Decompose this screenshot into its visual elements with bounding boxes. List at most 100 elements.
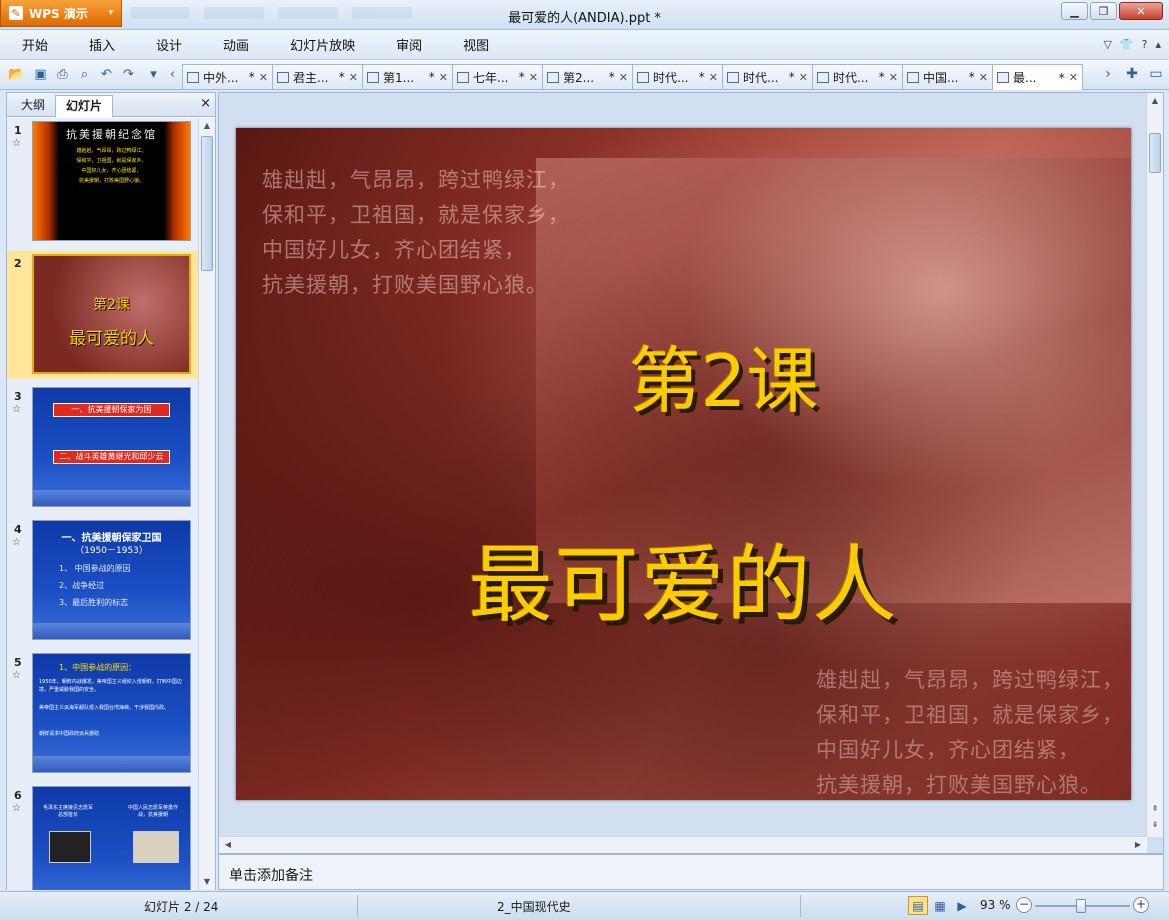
slide-main-title[interactable]: 最可爱的人: [236, 518, 1131, 639]
editor-vertical-scrollbar[interactable]: ▲ ⇞ ⇟: [1146, 93, 1163, 837]
help-icon[interactable]: ?: [1142, 38, 1148, 51]
slide-thumbnail[interactable]: 1、中国参战的原因： 1950年，朝鲜内战爆发，美帝国主义组织入侵朝鲜，打到中国…: [32, 653, 191, 773]
close-icon[interactable]: ✕: [799, 71, 808, 84]
scroll-thumb[interactable]: [201, 136, 213, 271]
doc-tab-active[interactable]: 最... * ✕: [992, 64, 1083, 90]
slide-sorter-view-icon[interactable]: ▦: [930, 896, 950, 915]
scroll-left-icon[interactable]: ◀: [222, 839, 234, 851]
slide-doc-icon: [997, 72, 1009, 83]
doc-tab[interactable]: 时代... * ✕: [632, 64, 723, 89]
slideshow-view-icon[interactable]: ▶: [952, 896, 972, 915]
window-controls: ▁ ❐ ✕: [1061, 2, 1163, 20]
poem-text-bottom: 雄赳赳，气昂昂，跨过鸭绿江， 保和平，卫祖国，就是保家乡， 中国好儿女，齐心团结…: [816, 668, 1124, 797]
doc-tab[interactable]: 君主... * ✕: [272, 64, 363, 89]
scroll-up-icon[interactable]: ▲: [1149, 95, 1161, 107]
close-icon[interactable]: ✕: [889, 71, 898, 84]
notes-pane[interactable]: 单击添加备注: [218, 854, 1164, 890]
doc-tab[interactable]: 中国... * ✕: [902, 64, 993, 89]
zoom-out-button[interactable]: −: [1016, 897, 1032, 913]
doc-tab[interactable]: 中外... * ✕: [182, 64, 273, 89]
scroll-right-icon[interactable]: ▶: [1132, 839, 1144, 851]
skin-icon[interactable]: 👕: [1120, 38, 1134, 51]
slide-thumbnail[interactable]: 毛泽东主席接见志愿军总部首长 中国人民志愿军英勇作战，抗美援朝: [32, 786, 191, 890]
slide-thumbnail[interactable]: 抗美援朝纪念馆 雄赳赳，气昂昂，跨过鸭绿江。 保和平，卫祖国，就是保家乡。 中国…: [32, 121, 191, 241]
app-menu-button[interactable]: ✎ WPS 演示 ▾: [0, 0, 122, 27]
slide-doc-icon: [277, 71, 289, 83]
redo-icon[interactable]: ↷: [120, 66, 137, 83]
menu-insert[interactable]: 插入: [67, 35, 134, 54]
doc-tab[interactable]: 第2... * ✕: [542, 64, 633, 89]
new-tab-icon[interactable]: ✚: [1123, 64, 1141, 84]
print-icon[interactable]: ⎙: [54, 66, 71, 83]
menu-slideshow[interactable]: 幻灯片放映: [268, 35, 374, 54]
undo-icon[interactable]: ↶: [98, 66, 115, 83]
menu-review[interactable]: 审阅: [374, 35, 441, 54]
tab-list-icon[interactable]: ▭: [1147, 64, 1165, 84]
panel-close-icon[interactable]: ×: [200, 96, 211, 111]
slide-thumbnail[interactable]: 一、抗美援朝保家为国 二、战斗英雄黄继光和邱少云: [32, 387, 191, 507]
close-icon[interactable]: ✕: [979, 71, 988, 84]
editor-horizontal-scrollbar[interactable]: ◀ ▶: [219, 836, 1147, 853]
thumbnail-list: 1 ☆ 抗美援朝纪念馆 雄赳赳，气昂昂，跨过鸭绿江。 保和平，卫祖国，就是保家乡…: [7, 118, 199, 890]
slide-number: 6: [14, 789, 22, 802]
customize-toolbar-icon[interactable]: ▾: [145, 66, 162, 83]
slide-thumb-row[interactable]: 1 ☆ 抗美援朝纪念馆 雄赳赳，气昂昂，跨过鸭绿江。 保和平，卫祖国，就是保家乡…: [7, 118, 199, 246]
slide-thumb-row[interactable]: 4 ☆ 一、抗美援朝保家卫国 （1950－1953） 1、 中国参战的原因 2、…: [7, 517, 199, 645]
close-icon[interactable]: ✕: [529, 71, 538, 84]
poem-text-top: 雄赳赳，气昂昂，跨过鸭绿江， 保和平，卫祖国，就是保家乡， 中国好儿女，齐心团结…: [262, 168, 570, 297]
close-icon[interactable]: ✕: [439, 71, 448, 84]
normal-view-icon[interactable]: ▤: [908, 896, 928, 915]
menu-view[interactable]: 视图: [441, 35, 508, 54]
slide-thumbnail[interactable]: 第2课 最可爱的人: [32, 254, 191, 374]
slide-thumb-row[interactable]: 5 ☆ 1、中国参战的原因： 1950年，朝鲜内战爆发，美帝国主义组织入侵朝鲜，…: [7, 650, 199, 778]
close-window-button[interactable]: ✕: [1119, 2, 1163, 20]
tabs-scroll-right-icon[interactable]: ›: [1099, 64, 1117, 84]
previous-slide-icon[interactable]: ⇞: [1149, 803, 1161, 815]
zoom-level[interactable]: 93 %: [980, 898, 1011, 912]
slide-number: 4: [14, 523, 22, 536]
tabs-scroll-left-icon[interactable]: ‹: [164, 66, 181, 83]
close-icon[interactable]: ✕: [619, 71, 628, 84]
lesson-number-text[interactable]: 第2课: [236, 322, 1131, 427]
doc-tab[interactable]: 七年... * ✕: [452, 64, 543, 89]
tab-slides[interactable]: 幻灯片: [55, 95, 114, 117]
next-slide-icon[interactable]: ⇟: [1149, 819, 1161, 831]
doc-tab[interactable]: 第1... * ✕: [362, 64, 453, 89]
toolbar: 📂 ▣ ⎙ ⌕ ↶ ↷ ▾ ‹ 中外... * ✕ 君主... * ✕ 第1... * ✕ …: [0, 60, 1169, 90]
collapse-ribbon-icon[interactable]: ▽: [1103, 38, 1111, 51]
scroll-thumb[interactable]: [1149, 133, 1161, 173]
notes-placeholder: 单击添加备注: [229, 868, 313, 884]
print-preview-icon[interactable]: ⌕: [76, 66, 93, 83]
close-icon[interactable]: ✕: [349, 71, 358, 84]
close-icon[interactable]: ✕: [709, 71, 718, 84]
doc-tab-label: 第1...: [383, 70, 415, 85]
doc-tab[interactable]: 时代... * ✕: [812, 64, 903, 89]
maximize-button[interactable]: ❐: [1090, 2, 1117, 20]
animation-star-icon: ☆: [12, 537, 21, 548]
menu-animation[interactable]: 动画: [201, 35, 268, 54]
doc-tab[interactable]: 时代... * ✕: [722, 64, 813, 89]
menu-home[interactable]: 开始: [0, 35, 67, 54]
slide-thumbnail[interactable]: 一、抗美援朝保家卫国 （1950－1953） 1、 中国参战的原因 2、战争经过…: [32, 520, 191, 640]
close-icon[interactable]: ✕: [1069, 71, 1078, 84]
chevron-down-icon: ▾: [108, 8, 113, 18]
minimize-button[interactable]: ▁: [1061, 2, 1088, 20]
scroll-up-icon[interactable]: ▲: [201, 120, 213, 132]
slide-number: 3: [14, 390, 22, 403]
open-icon[interactable]: 📂: [8, 66, 25, 83]
slide-canvas[interactable]: 雄赳赳，气昂昂，跨过鸭绿江， 保和平，卫祖国，就是保家乡， 中国好儿女，齐心团结…: [236, 128, 1131, 800]
close-icon[interactable]: ✕: [259, 71, 268, 84]
save-icon[interactable]: ▣: [32, 66, 49, 83]
slide-doc-icon: [367, 71, 379, 83]
slide-thumb-row[interactable]: 3 ☆ 一、抗美援朝保家为国 二、战斗英雄黄继光和邱少云: [7, 384, 199, 512]
zoom-slider-knob[interactable]: [1076, 899, 1086, 913]
wps-logo-icon: ✎: [9, 6, 23, 20]
ribbon-toggle-icon[interactable]: ▴: [1155, 38, 1161, 51]
menu-design[interactable]: 设计: [134, 35, 201, 54]
slide-thumb-row-selected[interactable]: 2 第2课 最可爱的人: [7, 251, 199, 379]
tab-outline[interactable]: 大纲: [11, 95, 55, 117]
scroll-down-icon[interactable]: ▼: [201, 876, 213, 888]
zoom-in-button[interactable]: +: [1133, 897, 1149, 913]
slide-thumb-row[interactable]: 6 ☆ 毛泽东主席接见志愿军总部首长 中国人民志愿军英勇作战，抗美援朝: [7, 783, 199, 890]
panel-scrollbar[interactable]: ▲ ▼: [198, 118, 215, 890]
